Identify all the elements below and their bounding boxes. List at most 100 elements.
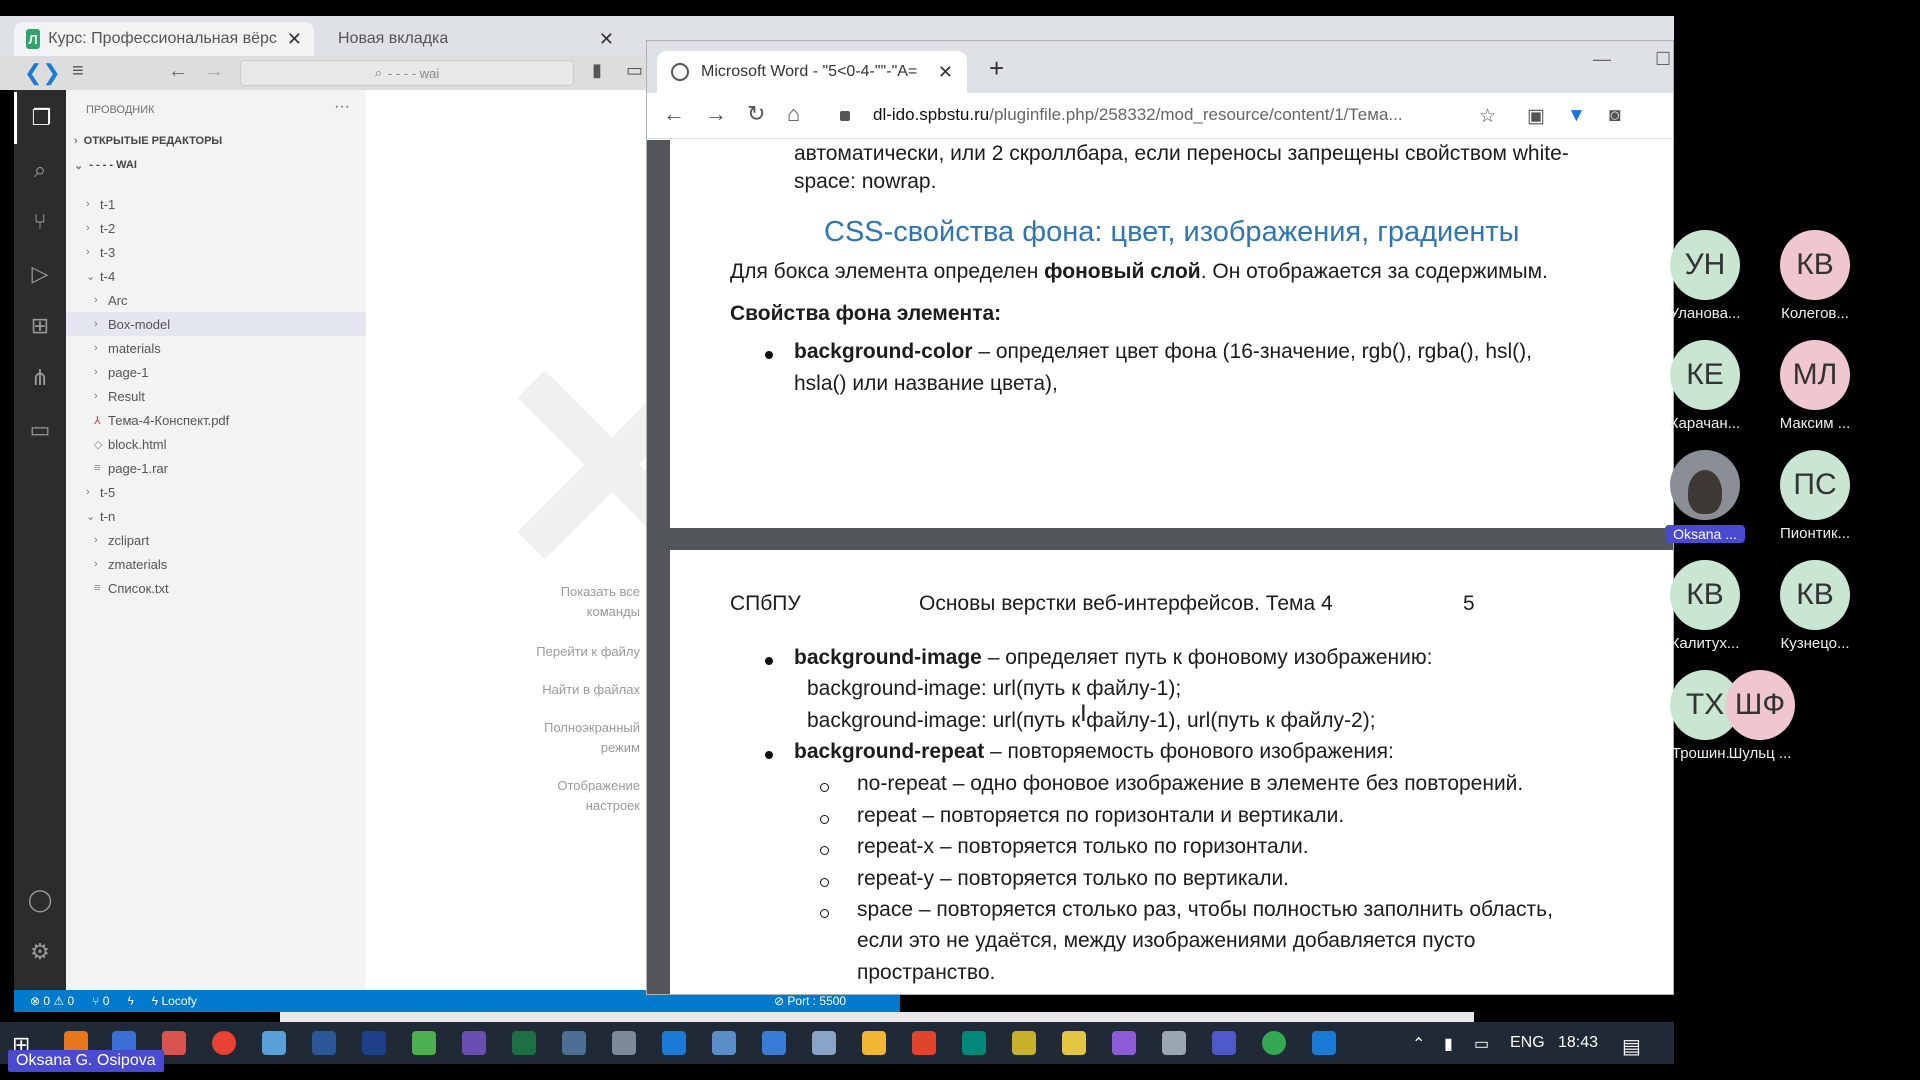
paint-taskbar-icon[interactable] [162, 1031, 186, 1055]
lightning-icon[interactable]: ϟ [127, 994, 133, 1008]
brave-taskbar-icon[interactable] [912, 1031, 936, 1055]
app-taskbar-icon[interactable] [412, 1031, 436, 1055]
tree-item[interactable]: › Box-model [66, 312, 366, 336]
tree-item[interactable]: ≡ Список.txt [66, 576, 366, 600]
more-actions-icon[interactable]: ··· [334, 98, 350, 116]
forward-arrow-icon[interactable]: → [204, 60, 224, 83]
chrome-taskbar-icon[interactable] [1262, 1031, 1286, 1055]
open-editors-section[interactable]: › ОТКРЫТЫЕ РЕДАКТОРЫ [66, 130, 366, 152]
folder-taskbar-icon[interactable] [862, 1031, 886, 1055]
git-graph-icon[interactable]: ⋔ [14, 352, 66, 404]
vscode-taskbar-icon[interactable] [662, 1031, 686, 1055]
battery-icon[interactable]: ▭ [1474, 1034, 1489, 1054]
tree-item[interactable]: › zclipart [66, 528, 366, 552]
toggle-sidebar-icon[interactable]: ▮ [592, 60, 602, 81]
microphone-icon[interactable]: ▮ [1444, 1034, 1453, 1054]
source-control-icon[interactable]: ⑂ [14, 196, 66, 248]
extension-icon[interactable]: ▣ [1527, 105, 1545, 128]
notification-icon[interactable]: ▤ [1622, 1034, 1641, 1059]
app-taskbar-icon[interactable] [962, 1031, 986, 1055]
workspace-section[interactable]: ⌄ - - - - WAI [66, 154, 366, 176]
app-taskbar-icon[interactable] [1062, 1031, 1086, 1055]
tree-item[interactable]: › materials [66, 336, 366, 360]
tree-item[interactable]: ⌄ t-4 [66, 264, 366, 288]
app-taskbar-icon[interactable] [812, 1031, 836, 1055]
account-icon[interactable]: ◯ [14, 874, 66, 926]
participant-avatar[interactable]: ПС [1780, 450, 1850, 520]
app-taskbar-icon[interactable] [762, 1031, 786, 1055]
app-taskbar-icon[interactable] [1012, 1031, 1036, 1055]
close-icon[interactable]: ✕ [277, 29, 302, 50]
word-taskbar-icon[interactable] [312, 1031, 336, 1055]
pdf-viewer[interactable]: автоматически, или 2 скроллбара, если пе… [647, 140, 1673, 994]
vscode-taskbar-icon[interactable] [1312, 1031, 1336, 1055]
chrome-taskbar-icon[interactable] [212, 1031, 236, 1055]
tree-item[interactable]: › Result [66, 384, 366, 408]
star-icon[interactable]: ☆ [1479, 105, 1496, 128]
hint-show-commands: Показать все команды [560, 584, 640, 619]
teams-taskbar-icon[interactable] [1212, 1031, 1236, 1055]
outer-tab-new[interactable]: Новая вкладка ✕ [326, 22, 626, 56]
command-search-input[interactable]: ⌕ - - - - wai [240, 60, 574, 86]
folder-icon[interactable]: ▭ [14, 404, 66, 456]
tree-item[interactable]: › zmaterials [66, 552, 366, 576]
chevron-right-icon: › [94, 558, 98, 570]
problems-status[interactable]: ⊗ 0 ⚠ 0 [30, 994, 74, 1008]
participant-avatar[interactable]: КВ [1780, 560, 1850, 630]
menu-icon[interactable]: ≡ [72, 60, 84, 83]
app-taskbar-icon[interactable] [1162, 1031, 1186, 1055]
tree-item[interactable]: › Arc [66, 288, 366, 312]
back-arrow-icon[interactable]: ← [168, 60, 188, 83]
search-icon[interactable]: ⌕ [14, 144, 66, 196]
app-taskbar-icon[interactable] [562, 1031, 586, 1055]
extensions-icon[interactable]: ⊞ [14, 300, 66, 352]
clock[interactable]: 18:43 [1558, 1034, 1598, 1052]
browser-tab-pdf[interactable]: Microsoft Word - "5<0-4-""-"A= ✕ [657, 51, 967, 93]
app-taskbar-icon[interactable] [462, 1031, 486, 1055]
participant-photo-avatar[interactable] [1670, 450, 1740, 520]
app-taskbar-icon[interactable] [362, 1031, 386, 1055]
maximize-icon[interactable]: ☐ [1655, 49, 1671, 70]
participant-avatar[interactable]: КВ [1670, 560, 1740, 630]
close-icon[interactable]: ✕ [589, 29, 614, 50]
settings-gear-icon[interactable]: ⚙ [14, 926, 66, 978]
tree-item[interactable]: ⌄ t-n [66, 504, 366, 528]
tree-item[interactable]: › t-2 [66, 216, 366, 240]
ports-status[interactable]: ⑂ 0 [92, 994, 109, 1008]
live-server-port[interactable]: ⊘ Port : 5500 [774, 994, 846, 1008]
close-icon[interactable]: ✕ [938, 62, 953, 83]
forward-arrow-icon[interactable]: → [705, 101, 727, 127]
address-bar[interactable]: dl-ido.spbstu.ru/pluginfile.php/258332/m… [873, 105, 1403, 125]
tree-item[interactable]: ≡ page-1.rar [66, 456, 366, 480]
run-debug-icon[interactable]: ▷ [14, 248, 66, 300]
minimize-icon[interactable]: — [1593, 49, 1611, 70]
excel-taskbar-icon[interactable] [512, 1031, 536, 1055]
app-taskbar-icon[interactable] [712, 1031, 736, 1055]
tree-item[interactable]: ⅄ Тема-4-Конспект.pdf [66, 408, 366, 432]
tree-item[interactable]: › t-5 [66, 480, 366, 504]
app-taskbar-icon[interactable] [1112, 1031, 1136, 1055]
tree-item[interactable]: › page-1 [66, 360, 366, 384]
camera-icon[interactable]: ◙ [1609, 105, 1620, 127]
participant-avatar[interactable]: ШФ [1725, 670, 1795, 740]
vpn-extension-icon[interactable]: ▼ [1567, 105, 1586, 127]
back-arrow-icon[interactable]: ← [663, 101, 685, 127]
tree-item[interactable]: ◇ block.html [66, 432, 366, 456]
explorer-icon[interactable]: ❐ [14, 92, 66, 144]
new-tab-icon[interactable]: + [989, 53, 1004, 84]
language-indicator[interactable]: ENG [1510, 1034, 1545, 1052]
tree-item[interactable]: › t-3 [66, 240, 366, 264]
explorer-taskbar-icon[interactable] [262, 1031, 286, 1055]
home-icon[interactable]: ⌂ [787, 101, 800, 127]
toggle-panel-icon[interactable]: ▭ [626, 60, 643, 81]
app-taskbar-icon[interactable] [612, 1031, 636, 1055]
outer-tab-course[interactable]: Л Курс: Профессиональная вёрс ✕ [14, 22, 314, 56]
participant-avatar[interactable]: КВ [1780, 230, 1850, 300]
participant-avatar[interactable]: КЕ [1670, 340, 1740, 410]
chevron-up-icon[interactable]: ⌃ [1412, 1034, 1425, 1054]
locofy-status[interactable]: ϟ Locofy [152, 994, 197, 1008]
participant-avatar[interactable]: УН [1670, 230, 1740, 300]
tree-item[interactable]: › t-1 [66, 192, 366, 216]
participant-avatar[interactable]: МЛ [1780, 340, 1850, 410]
reload-icon[interactable]: ↻ [747, 101, 765, 127]
